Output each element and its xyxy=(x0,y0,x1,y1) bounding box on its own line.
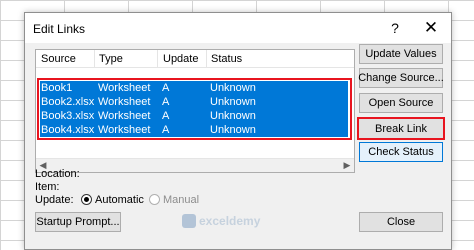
item-label: Item: xyxy=(35,181,60,193)
manual-radio xyxy=(149,194,160,205)
automatic-radio[interactable] xyxy=(81,194,92,205)
title-bar: Edit Links ? ✕ xyxy=(25,13,451,43)
automatic-label[interactable]: Automatic xyxy=(95,194,144,206)
open-source-button[interactable]: Open Source xyxy=(359,93,443,113)
cell-update: A xyxy=(162,82,170,94)
cell-source: Book1 xyxy=(41,82,73,94)
cell-type: Worksheet xyxy=(98,124,151,136)
exceldemy-logo-icon xyxy=(182,214,196,228)
manual-label: Manual xyxy=(163,194,200,206)
cell-status: Unknown xyxy=(210,110,256,122)
update-values-button[interactable]: Update Values xyxy=(359,44,443,64)
startup-prompt-button[interactable]: Startup Prompt... xyxy=(35,212,121,232)
horizontal-scrollbar[interactable]: ◀ ▶ xyxy=(36,158,354,172)
table-row[interactable]: Book3.xlsx Worksheet A Unknown xyxy=(40,109,348,123)
table-row[interactable]: Book4.xlsx Worksheet A Unknown xyxy=(40,123,348,137)
watermark-logo: exceldemy xyxy=(182,214,260,228)
header-divider xyxy=(94,50,95,68)
table-row[interactable]: Book2.xlsx Worksheet A Unknown xyxy=(40,95,348,109)
cell-type: Worksheet xyxy=(98,96,151,108)
cell-update: A xyxy=(162,124,170,136)
links-list[interactable]: Source Type Update Status Book1 Workshee… xyxy=(35,49,355,173)
cell-update: A xyxy=(162,110,170,122)
close-button[interactable]: Close xyxy=(359,212,443,232)
cell-status: Unknown xyxy=(210,82,256,94)
cell-source: Book3.xlsx xyxy=(41,110,95,122)
break-link-button[interactable]: Break Link xyxy=(357,117,445,140)
cell-source: Book2.xlsx xyxy=(41,96,95,108)
cell-status: Unknown xyxy=(210,96,256,108)
close-icon[interactable]: ✕ xyxy=(417,17,445,39)
update-label: Update: xyxy=(35,194,74,206)
change-source-button[interactable]: Change Source... xyxy=(358,68,444,88)
list-header: Source Type Update Status xyxy=(36,50,354,68)
header-divider xyxy=(157,50,158,68)
scroll-right-icon[interactable]: ▶ xyxy=(340,159,354,172)
header-update[interactable]: Update xyxy=(163,53,198,67)
header-type[interactable]: Type xyxy=(99,53,123,67)
cell-type: Worksheet xyxy=(98,82,151,94)
header-divider xyxy=(206,50,207,68)
cell-update: A xyxy=(162,96,170,108)
header-status[interactable]: Status xyxy=(211,53,242,67)
cell-source: Book4.xlsx xyxy=(41,124,95,136)
watermark-text: exceldemy xyxy=(199,214,261,228)
check-status-button[interactable]: Check Status xyxy=(359,142,443,162)
location-label: Location: xyxy=(35,168,80,180)
help-icon[interactable]: ? xyxy=(381,17,409,39)
dialog-title: Edit Links xyxy=(33,22,86,36)
table-row[interactable]: Book1 Worksheet A Unknown xyxy=(40,81,348,95)
header-source[interactable]: Source xyxy=(41,53,76,67)
cell-type: Worksheet xyxy=(98,110,151,122)
cell-status: Unknown xyxy=(210,124,256,136)
